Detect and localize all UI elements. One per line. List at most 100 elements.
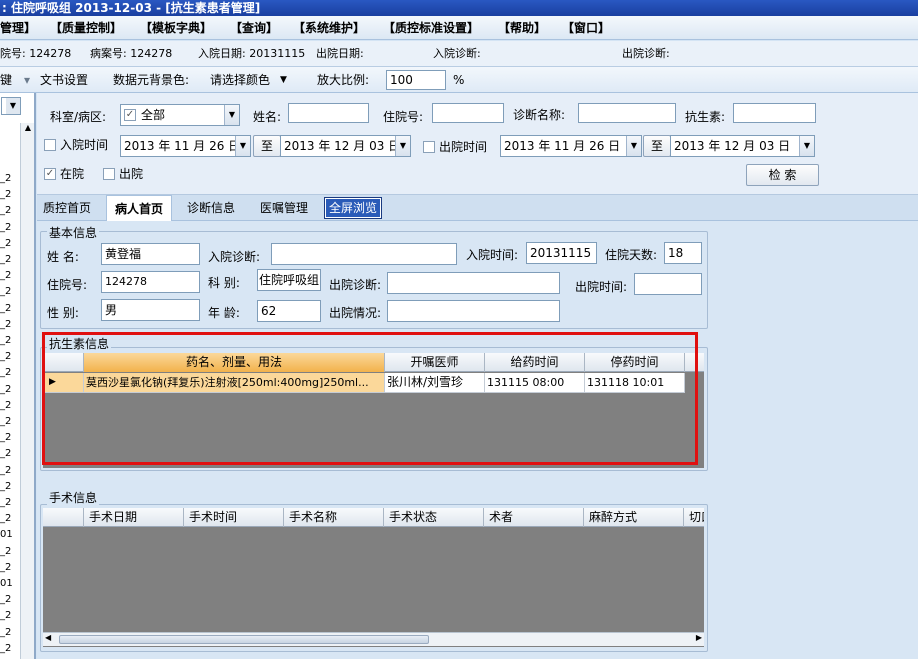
tree-item[interactable]: _2 — [0, 319, 11, 330]
search-panel: 科室/病区: ✓ 全部 ▼ 姓名: 住院号: 诊断名称: 抗生素: 入院时间 2… — [37, 93, 918, 195]
inpatient-no-field[interactable]: 124278 — [101, 271, 200, 293]
in-hospital-checkbox[interactable]: ✓ — [44, 168, 56, 180]
discharge-time-checkbox[interactable] — [423, 141, 435, 153]
age-field[interactable]: 62 — [257, 300, 321, 322]
col-surgery-name[interactable]: 手术名称 — [284, 508, 384, 527]
tree-item[interactable]: _2 — [0, 481, 11, 492]
chevron-right-icon[interactable]: ▶ — [696, 633, 702, 642]
name-input[interactable] — [288, 103, 369, 123]
tree-item[interactable]: _2 — [0, 384, 11, 395]
chevron-left-icon[interactable]: ◀ — [45, 633, 51, 642]
tab-patient-home[interactable]: 病人首页 — [106, 195, 173, 222]
tab-orders[interactable]: 医嘱管理 — [260, 195, 308, 221]
admit-from-date[interactable]: 2013 年 11 月 26 日 ▼ — [120, 135, 251, 157]
tree-item[interactable]: 01 — [0, 578, 13, 589]
surgery-grid[interactable]: 手术日期 手术时间 手术名称 手术状态 术者 麻醉方式 切口 ◀ ▶ — [43, 508, 704, 647]
antibiotic-input[interactable] — [733, 103, 816, 123]
tree-item[interactable]: _2 — [0, 546, 11, 557]
chevron-down-icon[interactable]: ▼ — [799, 136, 814, 156]
tree-item[interactable]: _2 — [0, 465, 11, 476]
col-surgery-time[interactable]: 手术时间 — [184, 508, 284, 527]
chevron-down-icon[interactable]: ▼ — [235, 136, 250, 156]
sex-field[interactable]: 男 — [101, 299, 200, 321]
tree-item[interactable]: _2 — [0, 335, 11, 346]
discharge-diag-field[interactable] — [387, 272, 560, 294]
tree-item[interactable]: _2 — [0, 303, 11, 314]
chevron-down-icon[interactable]: ▼ — [280, 67, 287, 93]
chevron-down-icon[interactable]: ▼ — [224, 105, 239, 125]
discharge-time-field[interactable] — [634, 273, 702, 295]
discharge-to-value: 2013 年 12 月 03 日 — [674, 139, 791, 153]
menu-manage[interactable]: 管理】 — [0, 16, 36, 39]
tab-qc-home[interactable]: 质控首页 — [43, 195, 91, 221]
dept-field[interactable]: 住院呼吸组 — [257, 269, 321, 291]
left-tree-panel[interactable]: ▼ ▲ _2 _2 _2 _2 _2 _2 _2 _2 _2 _2 _2 _2 _2 _2 _2 _2 _2 _2… — [0, 93, 36, 659]
discharge-from-date[interactable]: 2013 年 11 月 26 日 ▼ — [500, 135, 642, 157]
admit-time-field[interactable]: 20131115 — [526, 242, 597, 264]
tree-item[interactable]: _2 — [0, 432, 11, 443]
tree-item[interactable]: _2 — [0, 189, 11, 200]
chevron-down-icon[interactable]: ▼ — [626, 136, 641, 156]
tree-filter-select[interactable]: ▼ — [1, 97, 21, 115]
col-anesthesia[interactable]: 麻醉方式 — [584, 508, 684, 527]
tree-item[interactable]: _2 — [0, 238, 11, 249]
chevron-up-icon[interactable]: ▲ — [22, 123, 34, 137]
tree-item[interactable]: _2 — [0, 270, 11, 281]
tree-item[interactable]: _2 — [0, 173, 11, 184]
menu-template-dict[interactable]: 【模板字典】 — [140, 16, 212, 39]
tab-fullscreen[interactable]: 全屏浏览 — [323, 197, 383, 219]
tab-diagnosis[interactable]: 诊断信息 — [187, 195, 235, 221]
in-hospital-label: 在院 — [60, 167, 85, 181]
tree-item[interactable]: _2 — [0, 222, 11, 233]
admit-to-date[interactable]: 2013 年 12 月 03 日 ▼ — [280, 135, 411, 157]
chevron-down-icon[interactable]: ▼ — [6, 98, 20, 114]
scroll-thumb[interactable] — [59, 635, 429, 644]
col-incision[interactable]: 切口 — [684, 508, 704, 527]
chevron-down-icon[interactable]: ▼ — [395, 136, 410, 156]
tree-item[interactable]: _2 — [0, 286, 11, 297]
tree-item[interactable]: _2 — [0, 254, 11, 265]
tree-item[interactable]: _2 — [0, 416, 11, 427]
bg-color-select[interactable]: 请选择颜色 — [210, 67, 270, 93]
menu-query[interactable]: 【查询】 — [230, 16, 278, 39]
col-surgery-status[interactable]: 手术状态 — [384, 508, 484, 527]
chevron-down-icon[interactable]: ▾ — [24, 67, 30, 93]
menu-window[interactable]: 【窗口】 — [562, 16, 610, 39]
admit-time-checkbox[interactable] — [44, 139, 56, 151]
col-surgeon[interactable]: 术者 — [484, 508, 584, 527]
col-surgery-date[interactable]: 手术日期 — [84, 508, 184, 527]
tree-scrollbar[interactable]: ▲ — [20, 123, 34, 659]
menu-help[interactable]: 【帮助】 — [498, 16, 546, 39]
tree-item[interactable]: _2 — [0, 610, 11, 621]
menu-system-maintenance[interactable]: 【系统维护】 — [293, 16, 365, 39]
search-button[interactable]: 检 索 — [746, 164, 819, 186]
info-admit-date: 入院日期: 20131115 — [198, 47, 306, 60]
discharge-to-date[interactable]: 2013 年 12 月 03 日 ▼ — [670, 135, 815, 157]
tree-item[interactable]: _2 — [0, 643, 11, 654]
tree-item[interactable]: _2 — [0, 562, 11, 573]
inpatient-no-input[interactable] — [432, 103, 504, 123]
dept-all-checkbox[interactable]: ✓ — [124, 109, 136, 121]
zoom-input[interactable]: 100 — [386, 70, 446, 90]
surgery-h-scrollbar[interactable]: ◀ ▶ — [43, 632, 704, 646]
tree-item[interactable]: _2 — [0, 594, 11, 605]
dept-select[interactable]: ✓ 全部 ▼ — [120, 104, 240, 126]
tree-item[interactable]: _2 — [0, 351, 11, 362]
tree-item[interactable]: _2 — [0, 448, 11, 459]
tree-item[interactable]: _2 — [0, 205, 11, 216]
tree-item[interactable]: _2 — [0, 367, 11, 378]
admit-diag-field[interactable] — [271, 243, 457, 265]
diag-name-input[interactable] — [578, 103, 676, 123]
discharged-checkbox[interactable] — [103, 168, 115, 180]
tree-item[interactable]: _2 — [0, 400, 11, 411]
discharge-status-field[interactable] — [387, 300, 560, 322]
menu-quality-control[interactable]: 【质量控制】 — [50, 16, 122, 39]
tree-item[interactable]: 01 — [0, 529, 13, 540]
doc-settings-button[interactable]: 文书设置 — [40, 67, 88, 93]
tree-item[interactable]: _2 — [0, 627, 11, 638]
tree-item[interactable]: _2 — [0, 497, 11, 508]
tree-item[interactable]: _2 — [0, 513, 11, 524]
menu-qc-standard[interactable]: 【质控标准设置】 — [383, 16, 479, 39]
stay-days-field[interactable]: 18 — [664, 242, 702, 264]
patient-name-field[interactable]: 黄登福 — [101, 243, 200, 265]
